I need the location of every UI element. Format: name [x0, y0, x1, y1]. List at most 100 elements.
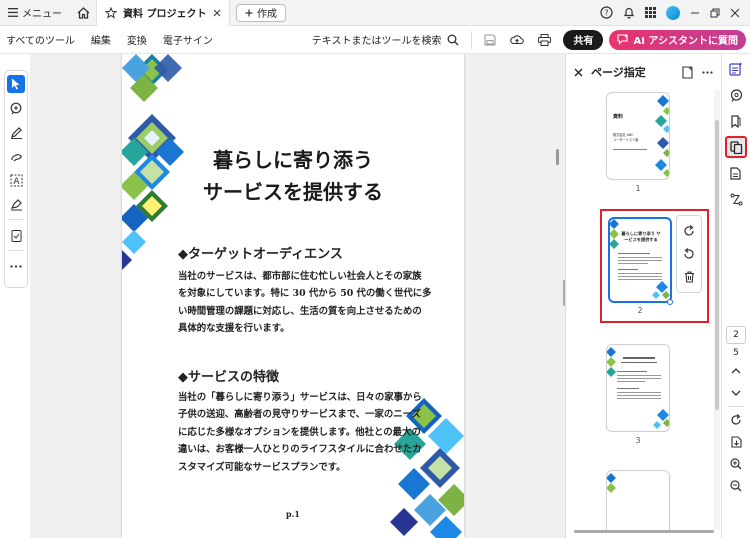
upload-icon[interactable]: [510, 34, 525, 46]
page-thumbnail-1[interactable]: 資料 株式会社 ABC ユーザーリスト版 1: [600, 92, 676, 193]
freehand-icon: [10, 153, 22, 161]
bookmarks-button[interactable]: [725, 110, 747, 132]
chevron-down-icon: [731, 390, 741, 396]
current-page-input[interactable]: 2: [726, 326, 746, 344]
text-line: 子供の送迎、高齢者の見守りサービスまで、一家のニーズ: [178, 409, 421, 421]
zoom-in-icon: [730, 458, 742, 470]
menu-e-sign[interactable]: 電子サイン: [155, 32, 221, 47]
rotate-counterclockwise-icon[interactable]: [683, 248, 695, 260]
pdf-page[interactable]: 暮らしに寄り添う サービスを提供する ◆ターゲットオーディエンス 当社のサービス…: [122, 54, 464, 538]
insert-page-icon[interactable]: [682, 65, 694, 79]
menu-button[interactable]: メニュー: [0, 0, 70, 26]
home-icon: [77, 6, 89, 19]
more-horizontal-icon[interactable]: [702, 70, 713, 74]
panel-scrollbar[interactable]: [714, 90, 720, 530]
close-icon[interactable]: [574, 68, 583, 77]
search-icon: [448, 34, 459, 45]
svg-text:A: A: [13, 177, 20, 187]
document-tab[interactable]: 資料 プロジェクト: [96, 0, 230, 26]
panel-horizontal-scrollbar[interactable]: [574, 530, 714, 533]
clipboard-check-icon: [11, 229, 21, 242]
text-line: を対象にしています。特に 30 代から 50 代の働く世代に多: [178, 288, 432, 300]
next-page-button[interactable]: [725, 384, 747, 402]
more-tools-button[interactable]: [7, 257, 25, 275]
apps-grid-icon[interactable]: [645, 7, 656, 18]
page-thumbnail-4[interactable]: [600, 470, 676, 530]
comment-tool[interactable]: [7, 99, 25, 117]
compare-button[interactable]: [725, 188, 747, 210]
menu-all-tools[interactable]: すべてのツール: [0, 32, 83, 47]
star-icon[interactable]: [105, 6, 117, 19]
section-body-audience: 当社のサービスは、都市部に住む忙しい社会人とその家族 を対象にしています。特に …: [178, 268, 436, 338]
avatar[interactable]: [666, 5, 680, 20]
zoom-out-button[interactable]: [725, 477, 747, 495]
document-download-icon: [730, 436, 742, 448]
panel-header: ページ指定: [566, 54, 721, 90]
text-line: [618, 263, 648, 264]
tab-title: 資料 プロジェクト: [123, 9, 207, 20]
text-line: [618, 253, 650, 254]
document-viewport[interactable]: 暮らしに寄り添う サービスを提供する ◆ターゲットオーディエンス 当社のサービス…: [30, 54, 565, 538]
page-thumbnail-2-selected[interactable]: 暮らしに寄り添う サービスを提供する 2: [600, 209, 709, 323]
refresh-button[interactable]: [725, 411, 747, 429]
close-icon[interactable]: [213, 9, 221, 17]
text-line: [618, 269, 638, 270]
thumbnail-image: [606, 344, 670, 432]
text-line: [618, 260, 662, 261]
more-horizontal-icon: [10, 264, 22, 268]
text-line: [617, 375, 661, 376]
share-button[interactable]: 共有: [563, 29, 604, 50]
minimize-icon[interactable]: [690, 8, 700, 18]
fill-sign-tool[interactable]: [7, 195, 25, 213]
rotate-clockwise-icon[interactable]: [683, 224, 695, 237]
print-icon[interactable]: [538, 33, 552, 46]
save-copy-button[interactable]: [725, 433, 747, 451]
rail-divider: [8, 250, 24, 251]
export-pdf-button[interactable]: [725, 162, 747, 184]
restore-icon[interactable]: [710, 8, 720, 18]
ai-assistant-button[interactable]: AI アシスタントに質問: [609, 29, 746, 50]
thumbnail-text-lines: [617, 357, 661, 401]
forms-tool[interactable]: [7, 226, 25, 244]
panel-scroll-thumb[interactable]: [715, 120, 719, 410]
toolbar-icons: [472, 33, 563, 46]
text-line: [617, 378, 661, 379]
save-icon[interactable]: [484, 33, 497, 46]
thumbnail-text: 株式会社 ABC ユーザーリスト版: [613, 133, 638, 143]
tool-search[interactable]: テキストまたはツールを検索: [312, 30, 473, 49]
comments-button[interactable]: [725, 84, 747, 106]
menu-convert[interactable]: 変換: [119, 32, 155, 47]
home-button[interactable]: [70, 0, 96, 26]
thumbnail-image: 資料 株式会社 ABC ユーザーリスト版: [606, 92, 670, 180]
previous-page-button[interactable]: [725, 362, 747, 380]
zoom-in-button[interactable]: [725, 455, 747, 473]
text-box-icon: A: [10, 174, 22, 187]
menu-edit[interactable]: 編集: [83, 32, 119, 47]
generative-summary-button[interactable]: [725, 58, 747, 80]
trash-icon[interactable]: [684, 271, 695, 283]
refresh-icon: [731, 414, 741, 425]
draw-tool[interactable]: [7, 147, 25, 165]
document-scrollbar[interactable]: [556, 149, 559, 165]
menu-label: メニュー: [22, 9, 62, 20]
comment-icon: [730, 88, 742, 102]
thumbnail-resize-handle[interactable]: [667, 299, 673, 305]
text-tool[interactable]: A: [7, 171, 25, 189]
select-tool[interactable]: [7, 75, 25, 93]
thumbnail-title: 暮らしに寄り添う サービスを提供する: [621, 231, 661, 242]
organize-pages-panel: ページ指定 資料 株式会社 ABC ユーザーリスト版 1 暮らしに寄り添う サー…: [565, 54, 721, 538]
window-close-icon[interactable]: [730, 8, 740, 18]
highlight-tool[interactable]: [7, 123, 25, 141]
organize-pages-button[interactable]: [725, 136, 747, 158]
rail-divider: [728, 406, 744, 407]
text-line: [617, 371, 647, 372]
bell-icon[interactable]: [623, 6, 635, 19]
rail-divider: [8, 219, 24, 220]
create-label: 作成: [257, 9, 277, 20]
create-button[interactable]: 作成: [236, 3, 286, 22]
title-bar: メニュー 資料 プロジェクト 作成 ?: [0, 0, 750, 26]
help-icon[interactable]: ?: [600, 6, 613, 19]
thumbnail-title: 資料: [613, 114, 624, 120]
page-thumbnail-3[interactable]: 3: [600, 344, 676, 445]
thumbnail-list[interactable]: 資料 株式会社 ABC ユーザーリスト版 1 暮らしに寄り添う サービスを提供す…: [566, 90, 714, 530]
